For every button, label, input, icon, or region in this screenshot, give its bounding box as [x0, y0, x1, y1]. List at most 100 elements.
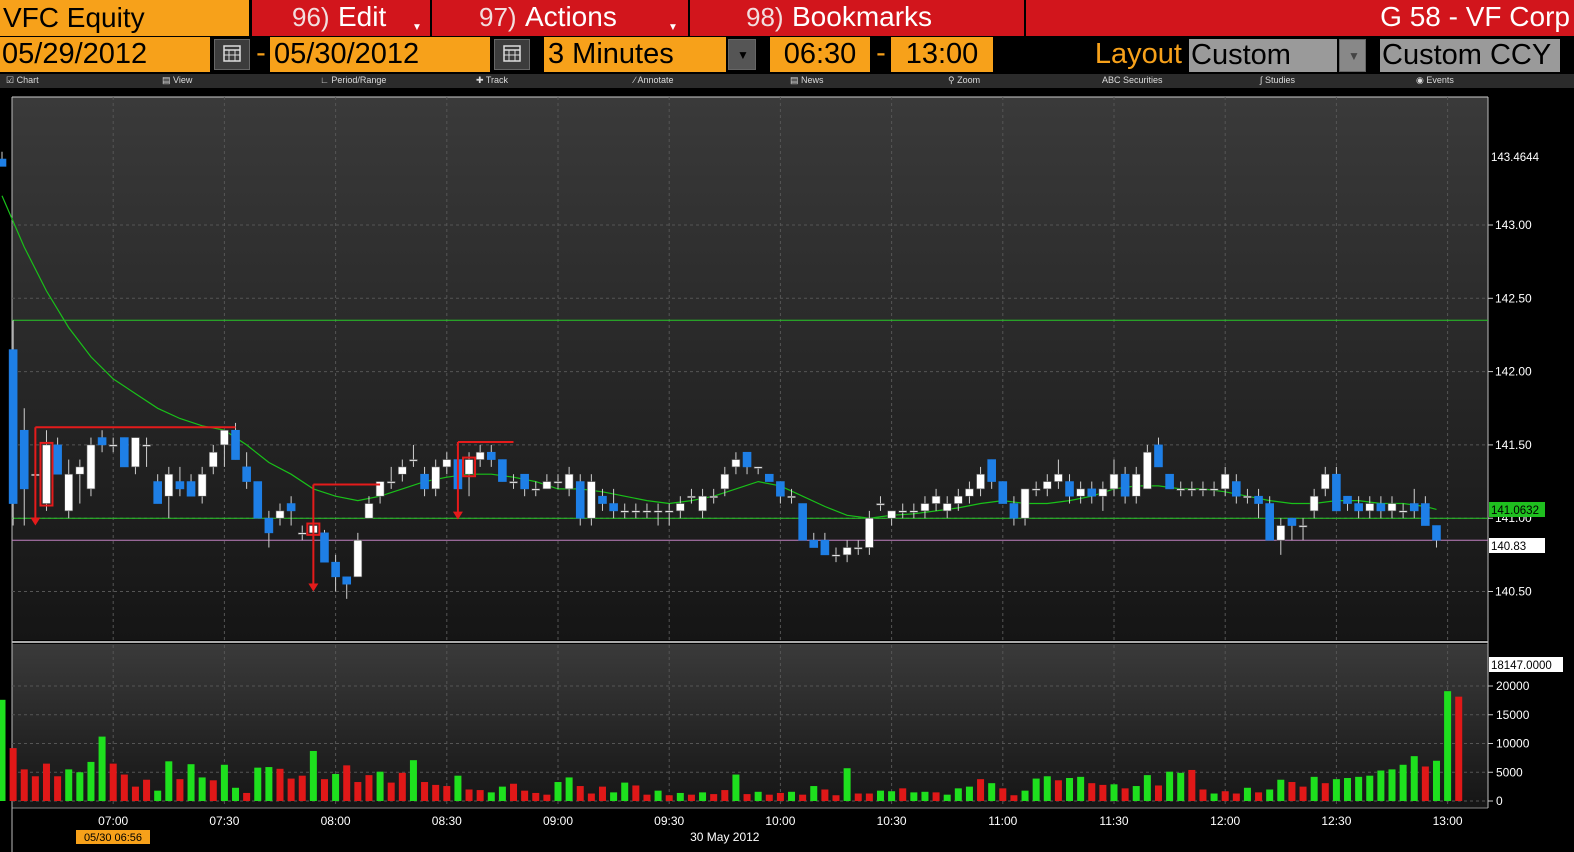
candle-body	[320, 532, 329, 563]
candle-body	[687, 495, 696, 499]
candle-body	[386, 481, 396, 484]
menu-actions-label: Actions	[525, 1, 617, 32]
volume-bar	[643, 794, 651, 801]
candle-body	[1265, 503, 1274, 541]
volume-bar	[776, 792, 784, 801]
volume-bar	[1377, 770, 1385, 801]
candle-body	[242, 466, 251, 482]
calendar-icon[interactable]	[494, 39, 530, 70]
volume-bar	[1188, 769, 1196, 801]
toolbar-chart[interactable]: ☑ Chart	[6, 75, 39, 86]
volume-bar	[1154, 785, 1162, 801]
candle-body	[898, 510, 908, 513]
candle-body	[1243, 495, 1252, 499]
start-date-field[interactable]: 05/29/2012	[0, 37, 210, 72]
volume-bar	[743, 794, 751, 801]
chevron-down-icon[interactable]: ▼	[1339, 39, 1366, 72]
volume-bar	[876, 790, 884, 801]
calendar-icon[interactable]	[214, 39, 250, 70]
candle-body	[820, 539, 830, 556]
toolbar-securities[interactable]: ABC Securities	[1102, 75, 1163, 85]
candle	[86, 437, 96, 497]
menu-edit[interactable]: 96) Edit ▼	[252, 0, 430, 36]
volume-bar	[1143, 775, 1151, 801]
candle-body	[1232, 481, 1241, 497]
candle-body	[297, 532, 307, 535]
candle-body	[1187, 488, 1197, 491]
toolbar-studies[interactable]: ∫ Studies	[1260, 75, 1295, 85]
volume-bar	[1266, 789, 1274, 801]
x-tick-label: 13:00	[1433, 814, 1463, 828]
candle-body	[1254, 495, 1263, 504]
toolbar-zoom[interactable]: ⚲ Zoom	[948, 75, 980, 86]
volume-bar	[721, 790, 729, 801]
candle-body	[553, 481, 563, 484]
candle-body	[398, 466, 407, 475]
layout-select[interactable]: Custom	[1189, 39, 1337, 72]
menu-actions[interactable]: 97) Actions ▼	[432, 0, 688, 36]
volume-bar	[143, 779, 151, 801]
volume-bar	[732, 774, 740, 801]
candle-body	[1332, 473, 1341, 512]
volume-bar	[65, 769, 73, 801]
volume-bar	[965, 786, 973, 801]
volume-bar	[1166, 771, 1174, 801]
volume-bar	[810, 786, 818, 801]
candle-body	[1298, 525, 1308, 528]
toolbar-period[interactable]: ∟ Period/Range	[320, 75, 386, 85]
x-tick-label: 07:30	[209, 814, 239, 828]
candle-body	[842, 547, 852, 556]
volume-bar	[1399, 764, 1407, 801]
interval-select[interactable]: 3 Minutes	[544, 37, 726, 72]
candle-body	[420, 473, 429, 490]
candle-body	[175, 481, 185, 490]
volume-bar	[910, 792, 918, 801]
volume-bar	[843, 768, 851, 801]
ticker-field[interactable]: VFC Equity	[0, 0, 249, 36]
toolbar-events[interactable]: ◉ Events	[1416, 75, 1454, 86]
volume-bar	[487, 792, 495, 801]
chevron-down-icon[interactable]: ▼	[728, 39, 756, 70]
candle-body	[676, 503, 685, 512]
candle-body	[97, 437, 107, 446]
candle-body	[764, 473, 774, 482]
price-chart[interactable]: 140.50141.00141.50142.00142.50143.000500…	[0, 88, 1574, 852]
candle-body	[75, 466, 85, 475]
toolbar-track[interactable]: ✚ Track	[476, 75, 508, 86]
volume-bar	[265, 767, 273, 801]
candle-body	[1065, 481, 1074, 497]
candle-body	[1087, 488, 1097, 497]
candle-body	[542, 481, 552, 490]
candle-body	[1343, 495, 1352, 504]
candle	[320, 529, 329, 563]
candle-body	[331, 561, 340, 578]
volume-bar	[1310, 776, 1318, 801]
toolbar-view[interactable]: ▤ View	[162, 75, 192, 86]
volume-bar	[621, 782, 629, 801]
candle-body	[709, 495, 718, 499]
volume-bar	[187, 764, 195, 801]
candle-body	[1220, 473, 1230, 490]
volume-bar	[454, 775, 462, 801]
volume-bar	[598, 786, 606, 801]
chart-toolbar: ☑ Chart ▤ View ∟ Period/Range ✚ Track ∕ …	[0, 74, 1574, 88]
end-time-field[interactable]: 13:00	[891, 37, 993, 72]
start-time-field[interactable]: 06:30	[770, 37, 870, 72]
volume-bar	[565, 777, 573, 801]
toolbar-annotate[interactable]: ∕ Annotate	[634, 75, 674, 85]
candle-body	[1054, 473, 1063, 482]
candle-body	[1031, 488, 1041, 491]
last-price-label: 140.83	[1491, 541, 1526, 553]
volume-bar	[821, 789, 829, 801]
candle-body	[798, 503, 807, 541]
volume-bar	[287, 778, 295, 801]
candle-body	[409, 459, 418, 462]
candle-body	[64, 473, 74, 512]
volume-bar	[1288, 782, 1296, 801]
menu-bookmarks[interactable]: 98) Bookmarks	[690, 0, 1024, 36]
toolbar-news[interactable]: ▤ News	[790, 75, 824, 86]
end-date-field[interactable]: 05/30/2012	[270, 37, 490, 72]
candle-body	[1309, 495, 1319, 512]
ccy-select[interactable]: Custom CCY	[1380, 39, 1560, 72]
volume-bar	[1088, 783, 1096, 801]
